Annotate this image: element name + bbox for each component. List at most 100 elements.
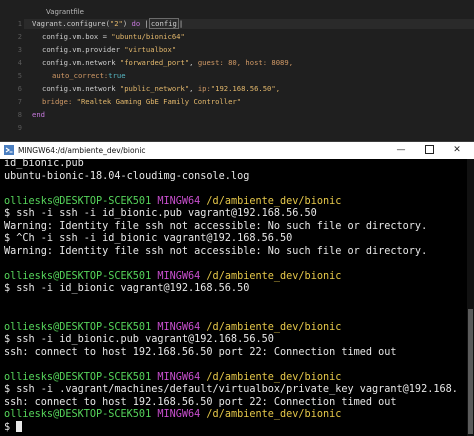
close-icon: ✕	[453, 145, 461, 155]
prompt-user: olliesks@DESKTOP-SCEK501	[4, 372, 152, 383]
terminal-input-line[interactable]: $	[4, 421, 23, 435]
line-number: 5	[17, 72, 22, 80]
code-token: "public_network"	[119, 84, 190, 93]
close-button[interactable]: ✕	[446, 142, 468, 159]
terminal-scrollbar[interactable]	[467, 159, 474, 436]
terminal-prompt: olliesks@DESKTOP-SCEK501 MINGW64 /d/ambi…	[4, 271, 341, 284]
code-token: "ubuntu/bionic64"	[111, 32, 185, 41]
code-line-4[interactable]: config.vm.network "forwarded_port", gues…	[42, 58, 293, 68]
terminal-command-line: $ ^Ch -i ssh -i id_bionic vagrant@192.16…	[4, 233, 293, 244]
line-number: 7	[17, 98, 22, 106]
prompt-path: /d/ambiente_dev/bionic	[206, 271, 342, 282]
terminal-window[interactable]: MINGW64:/d/ambiente_dev/bionic — ✕ id_bi…	[0, 141, 474, 436]
prompt-user: olliesks@DESKTOP-SCEK501	[4, 322, 152, 333]
code-line-8[interactable]: end	[32, 110, 45, 120]
code-line-2[interactable]: config.vm.box = "ubuntu/bionic64"	[42, 32, 185, 42]
code-token: Vagrant	[32, 19, 63, 28]
scrollbar-thumb[interactable]	[468, 309, 473, 434]
terminal-output-line: ssh: connect to host 192.168.56.50 port …	[4, 347, 397, 358]
terminal-output-line: Warning: Identity file ssh not accessibl…	[4, 221, 428, 232]
code-line-7[interactable]: bridge: "Realtek Gaming GbE Family Contr…	[42, 97, 241, 107]
code-line-6[interactable]: config.vm.network "public_network", ip:"…	[42, 84, 280, 94]
code-editor[interactable]: Vagrantfile 1 2 3 4 5 6 7 8 9 Vagrant.co…	[0, 0, 474, 140]
code-token: .vm.network	[67, 84, 120, 93]
line-number: 3	[17, 46, 22, 54]
code-token: bridge:	[42, 97, 73, 106]
code-token: ,	[189, 84, 198, 93]
code-token: "Realtek Gaming GbE Family Controller"	[76, 97, 242, 106]
text-caret	[16, 421, 23, 432]
prompt-path: /d/ambiente_dev/bionic	[206, 322, 342, 333]
code-token: .vm.provider	[67, 45, 125, 54]
code-token: "forwarded_port"	[119, 58, 190, 67]
text-cursor-selection: config	[148, 18, 179, 29]
code-token: host:	[245, 58, 268, 67]
code-line-3[interactable]: config.vm.provider "virtualbox"	[42, 45, 176, 55]
terminal-output-line: id_bionic.pub	[4, 158, 84, 169]
terminal-command-line: $	[4, 422, 17, 433]
code-token: 80,	[223, 58, 246, 67]
prompt-user: olliesks@DESKTOP-SCEK501	[4, 196, 152, 207]
code-token: .vm.network	[67, 58, 120, 67]
code-token: "virtualbox"	[124, 45, 177, 54]
code-token: |	[178, 19, 184, 28]
prompt-user: olliesks@DESKTOP-SCEK501	[4, 409, 152, 420]
code-line-1[interactable]: Vagrant.configure("2") do | config |	[24, 18, 474, 29]
minimize-button[interactable]: —	[390, 142, 412, 159]
line-number-gutter: 1 2 3 4 5 6 7 8 9	[0, 16, 24, 140]
tab-vagrantfile[interactable]: Vagrantfile	[10, 4, 120, 20]
code-token: 8089,	[267, 58, 294, 67]
code-token: "2"	[109, 19, 123, 28]
code-token: do	[131, 19, 141, 28]
terminal-output[interactable]: id_bionic.pub ubuntu-bionic-18.04-cloudi…	[0, 158, 474, 436]
line-number: 8	[17, 111, 22, 119]
terminal-command-line: $ ssh -i .vagrant/machines/default/virtu…	[4, 384, 458, 395]
code-token: .configure(	[62, 19, 110, 28]
code-token: "192.168.56.50",	[210, 84, 281, 93]
terminal-output-line: ssh: connect to host 192.168.56.50 port …	[4, 397, 397, 408]
code-token: config	[42, 45, 68, 54]
maximize-icon	[424, 145, 434, 154]
code-token: true	[108, 71, 126, 80]
minimize-icon: —	[396, 145, 406, 155]
terminal-command-line: $ ssh -i id_bionic.pub vagrant@192.168.5…	[4, 334, 274, 345]
code-token: config	[42, 84, 68, 93]
code-token: ,	[189, 58, 198, 67]
code-line-5[interactable]: auto_correct:true	[52, 71, 126, 81]
terminal-command-line: $ ssh -i id_bionic vagrant@192.168.56.50	[4, 283, 250, 294]
prompt-path: /d/ambiente_dev/bionic	[206, 372, 342, 383]
line-number: 2	[17, 33, 22, 41]
prompt-path: /d/ambiente_dev/bionic	[206, 196, 342, 207]
code-token: |	[140, 19, 149, 28]
line-number: 1	[17, 20, 22, 28]
terminal-prompt: olliesks@DESKTOP-SCEK501 MINGW64 /d/ambi…	[4, 322, 341, 335]
terminal-command-line: $ ssh -i ssh -i id_bionic.pub vagrant@19…	[4, 208, 317, 219]
code-token: config	[42, 58, 68, 67]
line-number: 4	[17, 59, 22, 67]
code-token: config	[42, 32, 68, 41]
line-number: 6	[17, 85, 22, 93]
terminal-window-title: MINGW64:/d/ambiente_dev/bionic	[18, 146, 146, 155]
prompt-env: MINGW64	[157, 322, 201, 333]
terminal-prompt: olliesks@DESKTOP-SCEK501 MINGW64 /d/ambi…	[4, 196, 341, 209]
terminal-output-line: Warning: Identity file ssh not accessibl…	[4, 246, 428, 257]
prompt-env: MINGW64	[157, 372, 201, 383]
maximize-button[interactable]	[418, 142, 440, 159]
prompt-env: MINGW64	[157, 271, 201, 282]
terminal-prompt: olliesks@DESKTOP-SCEK501 MINGW64 /d/ambi…	[4, 372, 341, 385]
terminal-title-bar[interactable]: MINGW64:/d/ambiente_dev/bionic — ✕	[0, 142, 474, 159]
code-token: guest:	[197, 58, 224, 67]
code-token: auto_correct:	[52, 71, 109, 80]
line-number: 9	[17, 124, 22, 132]
mingw-terminal-icon	[4, 145, 14, 155]
code-token: .vm.box =	[67, 32, 112, 41]
code-token: )	[122, 19, 132, 28]
code-token: ip:	[197, 84, 211, 93]
prompt-env: MINGW64	[157, 196, 201, 207]
prompt-env: MINGW64	[157, 409, 201, 420]
prompt-user: olliesks@DESKTOP-SCEK501	[4, 271, 152, 282]
terminal-output-line: ubuntu-bionic-18.04-cloudimg-console.log	[4, 171, 250, 182]
prompt-path: /d/ambiente_dev/bionic	[206, 409, 342, 420]
code-token: end	[32, 110, 45, 119]
terminal-prompt: olliesks@DESKTOP-SCEK501 MINGW64 /d/ambi…	[4, 409, 341, 422]
